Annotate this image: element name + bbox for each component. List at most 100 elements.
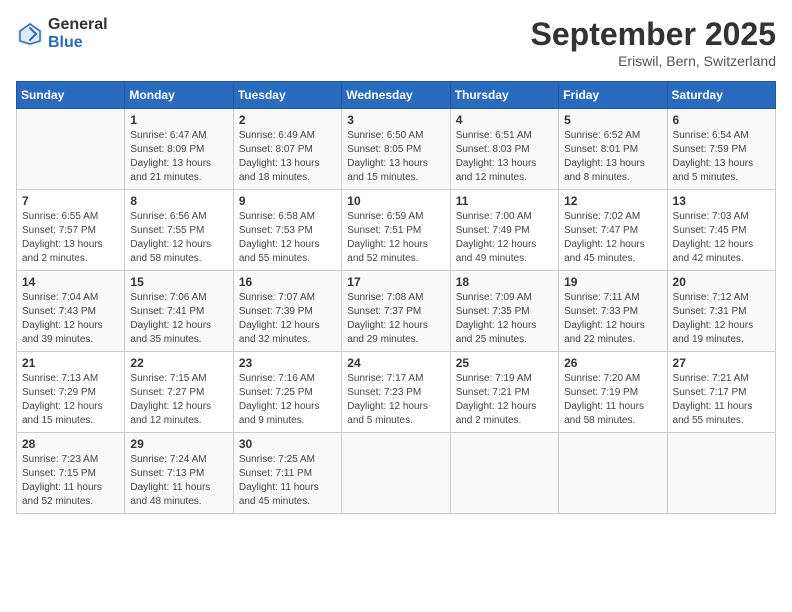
day-info: Sunrise: 7:13 AMSunset: 7:29 PMDaylight:…	[22, 372, 119, 428]
day-info: Sunrise: 7:12 AMSunset: 7:31 PMDaylight:…	[673, 291, 770, 347]
calendar-cell: 9Sunrise: 6:58 AMSunset: 7:53 PMDaylight…	[233, 190, 341, 271]
day-info: Sunrise: 6:49 AMSunset: 8:07 PMDaylight:…	[239, 129, 336, 185]
day-number: 8	[130, 194, 227, 208]
day-of-week-header: Wednesday	[342, 82, 450, 109]
day-info: Sunrise: 6:56 AMSunset: 7:55 PMDaylight:…	[130, 210, 227, 266]
calendar-cell: 25 Sunrise: 7:19 AMSunset: 7:21 PMDayligh…	[450, 352, 558, 433]
day-number: 3	[347, 113, 444, 127]
day-number: 28	[22, 437, 119, 451]
location: Eriswil, Bern, Switzerland	[531, 53, 776, 69]
logo-general: General	[48, 16, 108, 34]
calendar-cell: 20 Sunrise: 7:12 AMSunset: 7:31 PMDayligh…	[667, 271, 775, 352]
day-number: 21	[22, 356, 119, 370]
day-number: 18	[456, 275, 553, 289]
calendar-cell: 2 Sunrise: 6:49 AMSunset: 8:07 PMDaylight…	[233, 109, 341, 190]
calendar-week-row: 21 Sunrise: 7:13 AMSunset: 7:29 PMDayligh…	[17, 352, 776, 433]
calendar-cell: 3Sunrise: 6:50 AMSunset: 8:05 PMDaylight…	[342, 109, 450, 190]
day-number: 22	[130, 356, 227, 370]
logo: General Blue	[16, 16, 108, 52]
calendar-cell: 21 Sunrise: 7:13 AMSunset: 7:29 PMDayligh…	[17, 352, 125, 433]
day-number: 15	[130, 275, 227, 289]
day-number: 12	[564, 194, 661, 208]
day-info: Sunrise: 7:17 AMSunset: 7:23 PMDaylight:…	[347, 372, 444, 428]
calendar-cell: 12 Sunrise: 7:02 AMSunset: 7:47 PMDayligh…	[559, 190, 667, 271]
day-number: 27	[673, 356, 770, 370]
day-info: Sunrise: 7:07 AMSunset: 7:39 PMDaylight:…	[239, 291, 336, 347]
day-info: Sunrise: 7:09 AMSunset: 7:35 PMDaylight:…	[456, 291, 553, 347]
calendar-cell: 17Sunrise: 7:08 AMSunset: 7:37 PMDayligh…	[342, 271, 450, 352]
logo-icon	[16, 20, 44, 48]
day-info: Sunrise: 7:19 AMSunset: 7:21 PMDaylight:…	[456, 372, 553, 428]
day-info: Sunrise: 7:21 AMSunset: 7:17 PMDaylight:…	[673, 372, 770, 428]
day-number: 16	[239, 275, 336, 289]
day-number: 20	[673, 275, 770, 289]
calendar-cell: 7 Sunrise: 6:55 AMSunset: 7:57 PMDaylight…	[17, 190, 125, 271]
day-info: Sunrise: 7:16 AMSunset: 7:25 PMDaylight:…	[239, 372, 336, 428]
day-info: Sunrise: 7:20 AMSunset: 7:19 PMDaylight:…	[564, 372, 661, 428]
calendar-cell: 11 Sunrise: 7:00 AMSunset: 7:49 PMDayligh…	[450, 190, 558, 271]
calendar-cell: 28 Sunrise: 7:23 AMSunset: 7:15 PMDayligh…	[17, 433, 125, 514]
calendar-cell: 26 Sunrise: 7:20 AMSunset: 7:19 PMDayligh…	[559, 352, 667, 433]
day-info: Sunrise: 7:03 AMSunset: 7:45 PMDaylight:…	[673, 210, 770, 266]
day-info: Sunrise: 7:23 AMSunset: 7:15 PMDaylight:…	[22, 453, 119, 509]
day-number: 23	[239, 356, 336, 370]
day-number: 5	[564, 113, 661, 127]
calendar-cell: 22 Sunrise: 7:15 AMSunset: 7:27 PMDayligh…	[125, 352, 233, 433]
day-info: Sunrise: 6:54 AMSunset: 7:59 PMDaylight:…	[673, 129, 770, 185]
day-of-week-header: Friday	[559, 82, 667, 109]
day-of-week-header: Thursday	[450, 82, 558, 109]
calendar-header-row: SundayMondayTuesdayWednesdayThursdayFrid…	[17, 82, 776, 109]
day-number: 1	[130, 113, 227, 127]
calendar-cell: 16 Sunrise: 7:07 AMSunset: 7:39 PMDayligh…	[233, 271, 341, 352]
calendar-cell	[17, 109, 125, 190]
day-number: 11	[456, 194, 553, 208]
calendar-cell: 13 Sunrise: 7:03 AMSunset: 7:45 PMDayligh…	[667, 190, 775, 271]
logo-blue: Blue	[48, 34, 108, 52]
calendar-cell: 29Sunrise: 7:24 AMSunset: 7:13 PMDayligh…	[125, 433, 233, 514]
calendar-cell	[667, 433, 775, 514]
day-number: 13	[673, 194, 770, 208]
day-number: 30	[239, 437, 336, 451]
calendar-cell: 6 Sunrise: 6:54 AMSunset: 7:59 PMDaylight…	[667, 109, 775, 190]
day-number: 19	[564, 275, 661, 289]
calendar-cell: 23 Sunrise: 7:16 AMSunset: 7:25 PMDayligh…	[233, 352, 341, 433]
calendar-cell: 14 Sunrise: 7:04 AMSunset: 7:43 PMDayligh…	[17, 271, 125, 352]
calendar-week-row: 1 Sunrise: 6:47 AMSunset: 8:09 PMDaylight…	[17, 109, 776, 190]
day-info: Sunrise: 6:58 AMSunset: 7:53 PMDaylight:…	[239, 210, 336, 266]
day-info: Sunrise: 6:52 AMSunset: 8:01 PMDaylight:…	[564, 129, 661, 185]
day-info: Sunrise: 6:51 AMSunset: 8:03 PMDaylight:…	[456, 129, 553, 185]
day-number: 2	[239, 113, 336, 127]
day-info: Sunrise: 7:15 AMSunset: 7:27 PMDaylight:…	[130, 372, 227, 428]
title-block: September 2025 Eriswil, Bern, Switzerlan…	[531, 16, 776, 69]
page-header: General Blue September 2025 Eriswil, Ber…	[16, 16, 776, 69]
calendar-cell: 24 Sunrise: 7:17 AMSunset: 7:23 PMDayligh…	[342, 352, 450, 433]
day-info: Sunrise: 6:47 AMSunset: 8:09 PMDaylight:…	[130, 129, 227, 185]
day-number: 14	[22, 275, 119, 289]
calendar-cell	[559, 433, 667, 514]
calendar-week-row: 28 Sunrise: 7:23 AMSunset: 7:15 PMDayligh…	[17, 433, 776, 514]
day-number: 10	[347, 194, 444, 208]
day-of-week-header: Tuesday	[233, 82, 341, 109]
day-number: 29	[130, 437, 227, 451]
day-number: 4	[456, 113, 553, 127]
day-number: 25	[456, 356, 553, 370]
calendar-cell: 15Sunrise: 7:06 AMSunset: 7:41 PMDayligh…	[125, 271, 233, 352]
calendar-cell	[450, 433, 558, 514]
day-number: 24	[347, 356, 444, 370]
day-number: 6	[673, 113, 770, 127]
calendar-table: SundayMondayTuesdayWednesdayThursdayFrid…	[16, 81, 776, 514]
day-number: 26	[564, 356, 661, 370]
day-info: Sunrise: 7:04 AMSunset: 7:43 PMDaylight:…	[22, 291, 119, 347]
calendar-cell: 5 Sunrise: 6:52 AMSunset: 8:01 PMDaylight…	[559, 109, 667, 190]
calendar-cell: 18 Sunrise: 7:09 AMSunset: 7:35 PMDayligh…	[450, 271, 558, 352]
calendar-cell	[342, 433, 450, 514]
day-of-week-header: Monday	[125, 82, 233, 109]
month-title: September 2025	[531, 16, 776, 53]
day-of-week-header: Sunday	[17, 82, 125, 109]
logo-text: General Blue	[48, 16, 108, 52]
day-number: 7	[22, 194, 119, 208]
day-info: Sunrise: 7:00 AMSunset: 7:49 PMDaylight:…	[456, 210, 553, 266]
day-info: Sunrise: 7:08 AMSunset: 7:37 PMDaylight:…	[347, 291, 444, 347]
day-info: Sunrise: 7:02 AMSunset: 7:47 PMDaylight:…	[564, 210, 661, 266]
day-info: Sunrise: 6:55 AMSunset: 7:57 PMDaylight:…	[22, 210, 119, 266]
